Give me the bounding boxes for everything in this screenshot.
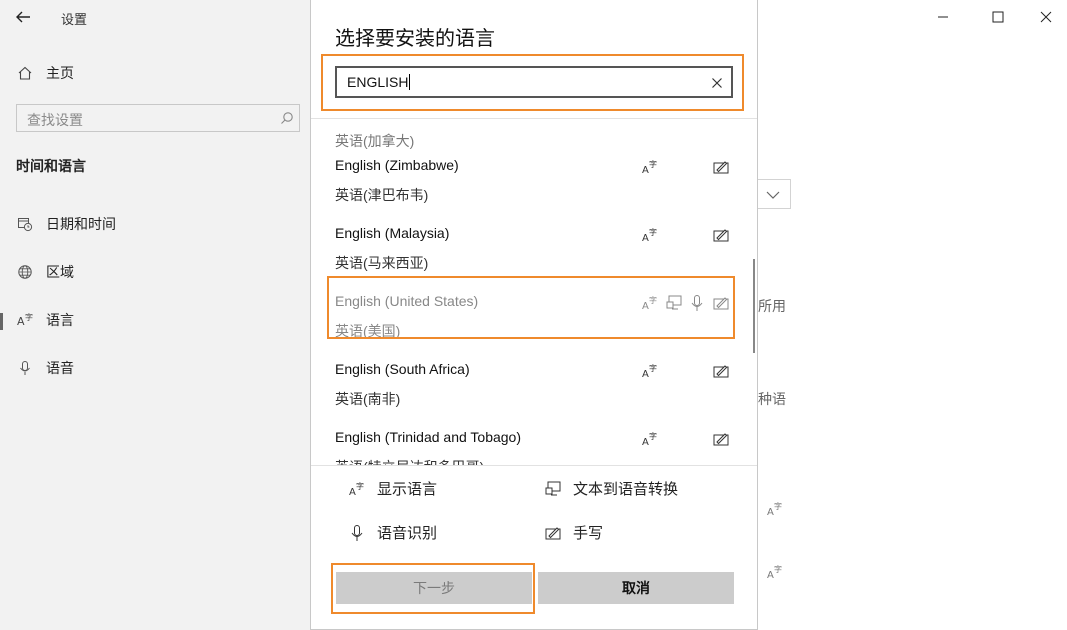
cancel-button[interactable]: 取消: [538, 572, 734, 604]
chevron-down-icon: [766, 191, 780, 199]
display-language-icon: A字: [641, 362, 659, 380]
nav-speech[interactable]: 语音: [16, 357, 74, 379]
speech-recognition-icon: [347, 523, 367, 543]
svg-text:字: 字: [356, 481, 364, 491]
list-item[interactable]: English (Zimbabwe) 英语(津巴布韦) A字: [311, 145, 757, 213]
svg-text:字: 字: [649, 363, 657, 373]
background-text-fragment: 种语: [758, 391, 786, 407]
home-icon: [16, 64, 34, 82]
calendar-clock-icon: [16, 215, 34, 233]
svg-text:字: 字: [649, 159, 657, 169]
dialog-title: 选择要安装的语言: [335, 28, 495, 50]
display-language-icon: A字: [641, 430, 659, 448]
settings-sidebar: 设置 主页 查找设置 时间和语言 日期和时间 区域 A字 语言 语音: [0, 0, 320, 630]
language-native-name: 英语(津巴布韦): [335, 187, 429, 203]
minimize-icon[interactable]: [932, 6, 954, 28]
nav-language[interactable]: A字 语言: [16, 309, 74, 331]
list-item[interactable]: English (South Africa) 英语(南非) A字: [311, 349, 757, 417]
svg-text:A: A: [767, 507, 774, 518]
handwriting-icon: [712, 226, 730, 244]
legend-handwriting: 手写: [543, 522, 603, 543]
language-native-name: 英语(特立尼达和多巴哥): [335, 457, 484, 465]
svg-text:A: A: [642, 233, 649, 244]
handwriting-icon: [712, 430, 730, 448]
svg-text:字: 字: [649, 431, 657, 441]
globe-icon: [16, 263, 34, 281]
language-search-input[interactable]: ENGLISH: [335, 66, 733, 98]
language-name: English (Malaysia): [335, 225, 450, 241]
language-native-name: 英语(南非): [335, 391, 401, 407]
legend-handwriting-label: 手写: [573, 525, 604, 542]
next-button[interactable]: 下一步: [336, 572, 532, 604]
nav-region[interactable]: 区域: [16, 261, 74, 283]
legend-speech-recognition-label: 语音识别: [377, 525, 438, 542]
svg-text:字: 字: [774, 501, 782, 511]
svg-text:A: A: [642, 437, 649, 448]
nav-speech-label: 语音: [46, 360, 74, 376]
display-language-icon: A字: [766, 563, 784, 581]
app-title: 设置: [61, 12, 88, 27]
legend-display-language: A字 显示语言: [347, 478, 437, 499]
nav-home[interactable]: 主页: [16, 62, 74, 84]
language-name: English (Zimbabwe): [335, 157, 459, 173]
language-native-name: 英语(马来西亚): [335, 255, 429, 271]
svg-text:A: A: [767, 570, 774, 581]
nav-language-label: 语言: [46, 312, 74, 328]
handwriting-icon: [712, 158, 730, 176]
legend-text-to-speech: 文本到语音转换: [543, 478, 678, 499]
svg-text:A: A: [642, 369, 649, 380]
settings-search-input[interactable]: 查找设置: [16, 104, 300, 132]
language-search-value: ENGLISH: [347, 74, 411, 90]
handwriting-icon: [712, 362, 730, 380]
language-icon: A字: [16, 311, 34, 329]
legend-display-language-label: 显示语言: [377, 481, 438, 498]
nav-date-time-label: 日期和时间: [46, 216, 116, 232]
handwriting-icon: [543, 523, 563, 543]
list-item[interactable]: English (Malaysia) 英语(马来西亚) A字: [311, 213, 757, 281]
microphone-icon: [16, 359, 34, 377]
section-title: 时间和语言: [16, 158, 86, 174]
nav-date-time[interactable]: 日期和时间: [16, 213, 116, 235]
language-name: English (Trinidad and Tobago): [335, 429, 522, 445]
language-name: English (South Africa): [335, 361, 470, 377]
text-to-speech-icon: [543, 479, 563, 499]
combobox-fragment[interactable]: [758, 179, 791, 209]
display-language-icon: A字: [766, 500, 784, 518]
background-text-fragment: 所用: [758, 298, 786, 314]
legend-text-to-speech-label: 文本到语音转换: [573, 481, 679, 498]
display-language-icon: A字: [347, 479, 367, 499]
legend-speech-recognition: 语音识别: [347, 522, 437, 543]
nav-home-label: 主页: [46, 65, 74, 81]
settings-search-placeholder: 查找设置: [27, 112, 83, 128]
maximize-icon[interactable]: [987, 6, 1009, 28]
svg-text:A: A: [349, 487, 356, 498]
clear-icon[interactable]: [711, 76, 723, 88]
svg-text:字: 字: [774, 564, 782, 574]
selected-item-highlight-frame: [327, 276, 735, 339]
language-picker-dialog: 选择要安装的语言 ENGLISH 英语(加拿大) English (Zimbab…: [310, 0, 758, 630]
svg-text:字: 字: [25, 312, 33, 322]
nav-region-label: 区域: [46, 264, 74, 280]
svg-text:A: A: [17, 315, 25, 328]
list-scrollbar[interactable]: [753, 259, 755, 353]
search-icon: [280, 111, 294, 125]
svg-text:字: 字: [649, 227, 657, 237]
selected-indicator: [0, 313, 3, 330]
back-arrow-icon[interactable]: [12, 6, 34, 28]
display-language-icon: A字: [641, 158, 659, 176]
list-item[interactable]: English (Trinidad and Tobago) 英语(特立尼达和多巴…: [311, 417, 757, 465]
display-language-icon: A字: [641, 226, 659, 244]
close-window-icon[interactable]: [1035, 6, 1057, 28]
svg-text:A: A: [642, 165, 649, 176]
